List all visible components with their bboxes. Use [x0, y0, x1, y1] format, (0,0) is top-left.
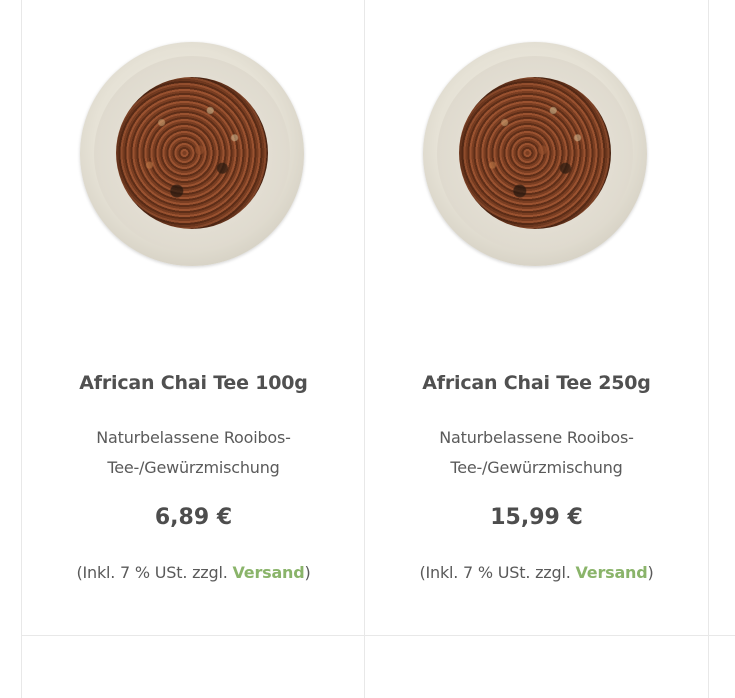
shipping-link[interactable]: Versand	[575, 563, 647, 582]
tax-suffix: )	[304, 563, 311, 582]
tea-leaves	[116, 77, 268, 229]
product-description: Naturbelassene Rooibos-Tee-/Gewürzmischu…	[439, 428, 634, 477]
product-card[interactable]: African Chai Tee 250g Naturbelassene Roo…	[365, 0, 708, 635]
product-title[interactable]: African Chai Tee 250g	[365, 372, 708, 394]
product-image[interactable]	[80, 42, 304, 266]
product-description: Naturbelassene Rooibos-Tee-/Gewürzmischu…	[96, 428, 291, 477]
tax-suffix: )	[647, 563, 654, 582]
tax-info: (Inkl. 7 % USt. zzgl. Versand)	[22, 563, 365, 582]
product-title[interactable]: African Chai Tee 100g	[22, 372, 365, 394]
row-divider	[21, 635, 735, 636]
grid-divider	[708, 0, 709, 698]
product-price: 6,89 €	[154, 505, 233, 530]
tax-prefix: (Inkl. 7 % USt. zzgl.	[76, 563, 233, 582]
product-card[interactable]: African Chai Tee 100g Naturbelassene Roo…	[22, 0, 365, 635]
product-price: 15,99 €	[490, 505, 583, 530]
product-grid: African Chai Tee 100g Naturbelassene Roo…	[0, 0, 735, 698]
tax-prefix: (Inkl. 7 % USt. zzgl.	[419, 563, 576, 582]
shipping-link[interactable]: Versand	[232, 563, 304, 582]
tea-leaves	[459, 77, 611, 229]
product-image[interactable]	[423, 42, 647, 266]
tax-info: (Inkl. 7 % USt. zzgl. Versand)	[365, 563, 708, 582]
